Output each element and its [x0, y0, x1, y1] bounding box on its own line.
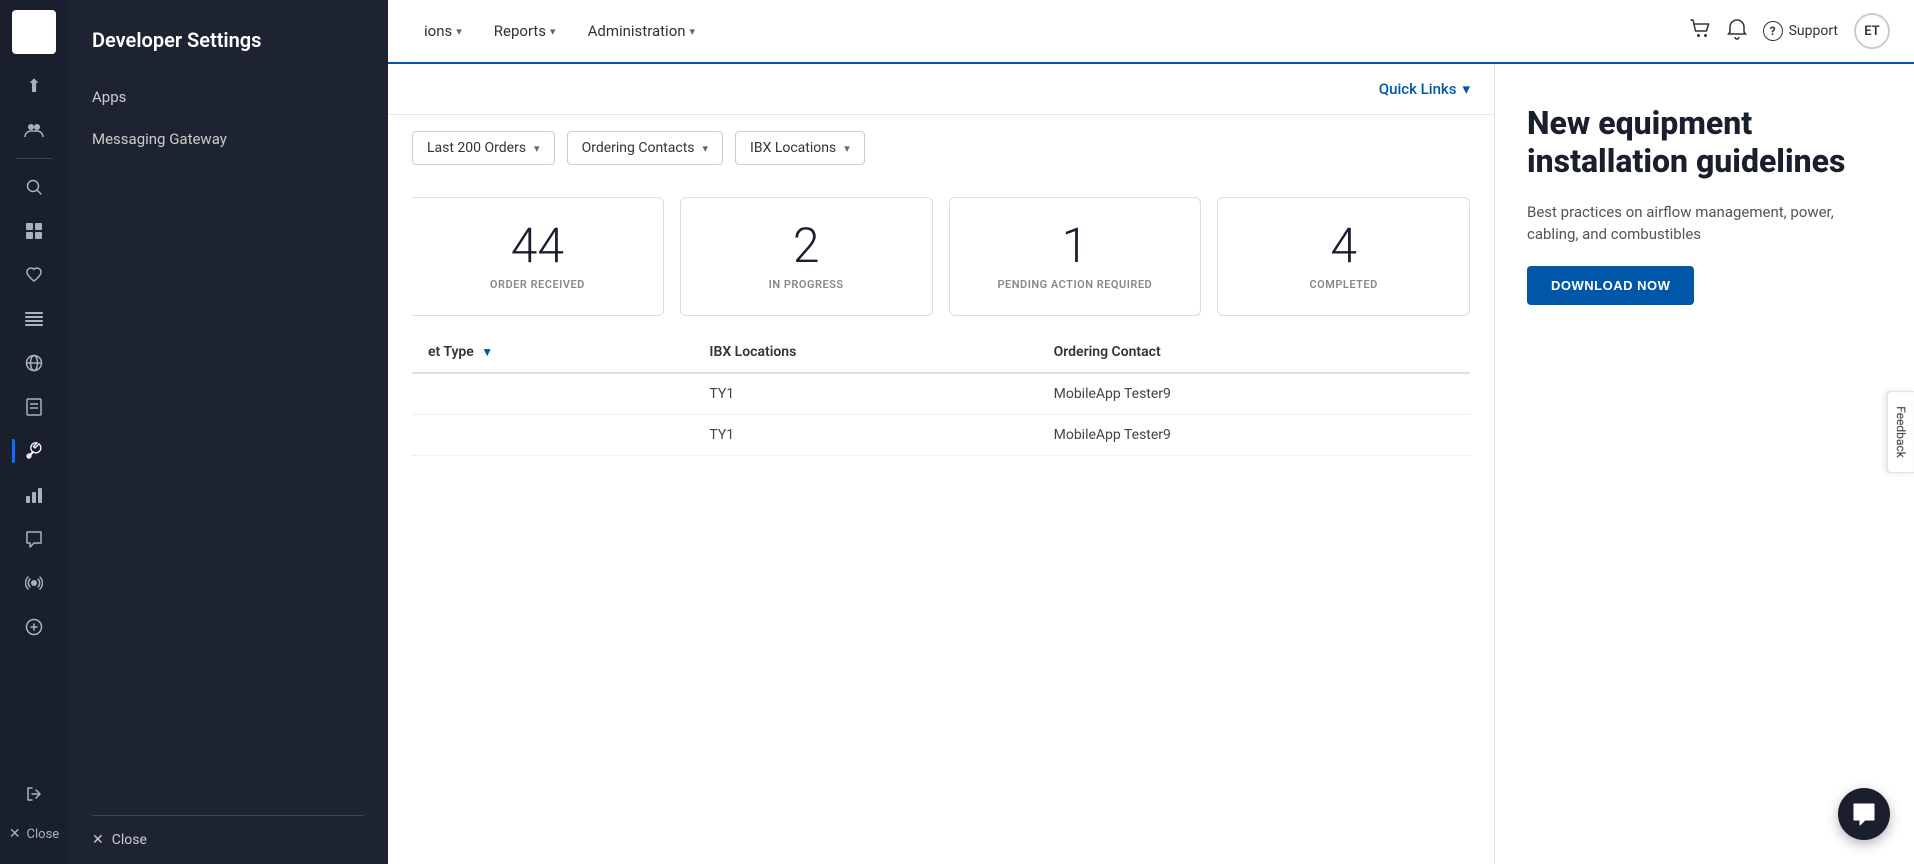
book-nav-icon[interactable]: [12, 387, 56, 427]
reports-chevron-icon: ▾: [550, 25, 556, 38]
row-contact: MobileApp Tester9: [1038, 415, 1470, 456]
dev-close-button[interactable]: ✕ Close: [68, 816, 388, 864]
feedback-tab[interactable]: Feedback: [1887, 391, 1914, 473]
dev-menu-messaging[interactable]: Messaging Gateway: [68, 118, 388, 160]
col-ibx-locations: IBX Locations: [693, 332, 1037, 373]
table-header-row: et Type ▼ IBX Locations Ordering Contact: [412, 332, 1470, 373]
ions-chevron-icon: ▾: [456, 25, 462, 38]
col-ordering-contact: Ordering Contact: [1038, 332, 1470, 373]
help-circle-icon: ?: [1763, 21, 1783, 41]
broadcast-nav-icon[interactable]: [12, 563, 56, 603]
users-nav-icon[interactable]: [12, 110, 56, 150]
promo-description: Best practices on airflow management, po…: [1527, 201, 1882, 246]
app-logo[interactable]: [12, 10, 56, 54]
health-nav-icon[interactable]: [12, 255, 56, 295]
row-contact: MobileApp Tester9: [1038, 373, 1470, 415]
stat-card-in-progress[interactable]: 2 IN PROGRESS: [680, 197, 933, 316]
table-row[interactable]: TY1 MobileApp Tester9: [412, 415, 1470, 456]
administration-chevron-icon: ▾: [690, 25, 696, 38]
ordering-contacts-dropdown[interactable]: Ordering Contacts ▾: [567, 131, 723, 165]
orders-section: Quick Links ▾ Last 200 Orders ▾ Ordering…: [388, 64, 1494, 864]
nav-item-reports[interactable]: Reports ▾: [482, 14, 568, 48]
nav-divider: [16, 158, 52, 159]
col-asset-type[interactable]: et Type ▼: [412, 332, 693, 373]
ibx-locations-dropdown[interactable]: IBX Locations ▾: [735, 131, 865, 165]
completed-label: COMPLETED: [1234, 278, 1453, 291]
download-now-button[interactable]: DOWNLOAD NOW: [1527, 266, 1694, 305]
promo-title: New equipment installation guidelines: [1527, 104, 1882, 181]
add-profile-nav-icon[interactable]: [12, 607, 56, 647]
last200-chevron-icon: ▾: [534, 142, 540, 155]
support-button[interactable]: ? Support: [1763, 21, 1838, 41]
ordering-contacts-chevron-icon: ▾: [703, 142, 709, 155]
header-nav: ions ▾ Reports ▾ Administration ▾: [412, 14, 1665, 48]
left-icon-bar: ⬆ ✕ Close: [0, 0, 68, 864]
page-body: Quick Links ▾ Last 200 Orders ▾ Ordering…: [388, 64, 1914, 864]
chat-bubble-button[interactable]: [1838, 788, 1890, 840]
quick-links-bar: Quick Links ▾: [388, 64, 1494, 115]
orders-table-section: et Type ▼ IBX Locations Ordering Contact: [388, 332, 1494, 480]
last-200-orders-dropdown[interactable]: Last 200 Orders ▾: [412, 131, 555, 165]
table-row[interactable]: TY1 MobileApp Tester9: [412, 373, 1470, 415]
stat-card-completed[interactable]: 4 COMPLETED: [1217, 197, 1470, 316]
table-nav-icon[interactable]: [12, 211, 56, 251]
dev-menu-apps[interactable]: Apps: [68, 76, 388, 118]
pending-action-label: PENDING ACTION REQUIRED: [966, 278, 1185, 291]
promo-panel: New equipment installation guidelines Be…: [1494, 64, 1914, 864]
search-nav-icon[interactable]: [12, 167, 56, 207]
close-dev-panel-btn[interactable]: ✕ Close: [5, 814, 63, 854]
header-actions: ? Support ET: [1689, 13, 1890, 49]
in-progress-count: 2: [697, 222, 916, 270]
columns-nav-icon[interactable]: [12, 299, 56, 339]
nav-item-administration[interactable]: Administration ▾: [576, 14, 708, 48]
row-ibx: TY1: [693, 415, 1037, 456]
ibx-locations-chevron-icon: ▾: [844, 142, 850, 155]
dev-settings-title: Developer Settings: [68, 0, 388, 76]
stat-card-order-received[interactable]: 44 ORDER RECEIVED: [412, 197, 664, 316]
row-ibx: TY1: [693, 373, 1037, 415]
top-header: ions ▾ Reports ▾ Administration ▾ ? Supp…: [388, 0, 1914, 64]
main-content: ions ▾ Reports ▾ Administration ▾ ? Supp…: [388, 0, 1914, 864]
order-received-label: ORDER RECEIVED: [428, 278, 647, 291]
orders-table: et Type ▼ IBX Locations Ordering Contact: [412, 332, 1470, 456]
nav-item-ions[interactable]: ions ▾: [412, 14, 474, 48]
bell-icon[interactable]: [1727, 18, 1747, 45]
user-avatar[interactable]: ET: [1854, 13, 1890, 49]
asset-type-sort-icon: ▼: [481, 345, 493, 359]
row-asset-type: [412, 373, 693, 415]
stat-card-pending-action[interactable]: 1 PENDING ACTION REQUIRED: [949, 197, 1202, 316]
chat-nav-icon[interactable]: [12, 519, 56, 559]
order-received-count: 44: [428, 222, 647, 270]
chart-nav-icon[interactable]: [12, 475, 56, 515]
row-asset-type: [412, 415, 693, 456]
globe-nav-icon[interactable]: [12, 343, 56, 383]
in-progress-label: IN PROGRESS: [697, 278, 916, 291]
stats-row: 44 ORDER RECEIVED 2 IN PROGRESS 1 PENDIN…: [388, 181, 1494, 332]
quick-links-button[interactable]: Quick Links ▾: [1379, 80, 1470, 98]
tools-nav-icon[interactable]: [12, 431, 56, 471]
developer-settings-panel: Developer Settings Apps Messaging Gatewa…: [68, 0, 388, 864]
upload-nav-icon[interactable]: ⬆: [12, 66, 56, 106]
quick-links-chevron-icon: ▾: [1462, 80, 1470, 98]
completed-count: 4: [1234, 222, 1453, 270]
filter-row: Last 200 Orders ▾ Ordering Contacts ▾ IB…: [388, 115, 1494, 181]
logout-nav-icon[interactable]: [12, 774, 56, 814]
close-x-icon: ✕: [92, 832, 104, 848]
cart-icon[interactable]: [1689, 18, 1711, 45]
pending-action-count: 1: [966, 222, 1185, 270]
